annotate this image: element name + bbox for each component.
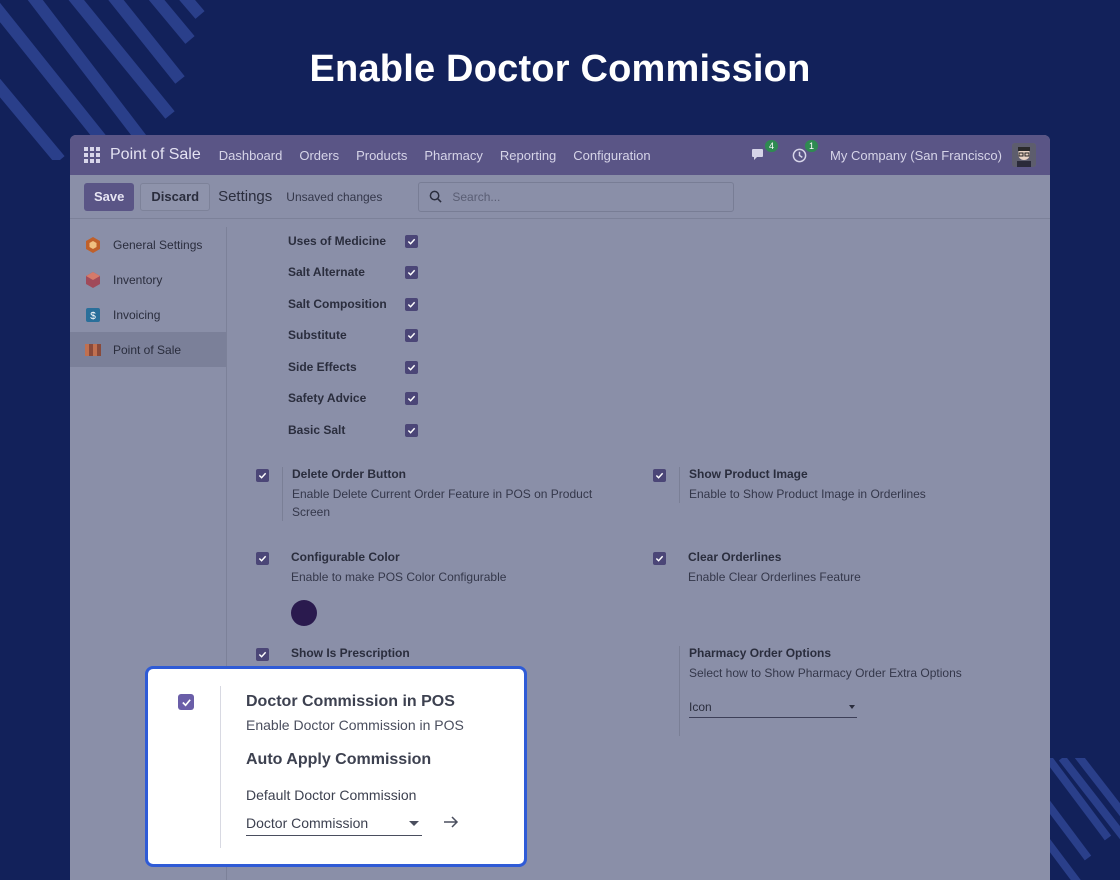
select-value: Icon (689, 700, 712, 714)
show-is-prescription-checkbox[interactable] (256, 648, 269, 661)
feature-checkbox[interactable] (405, 297, 418, 311)
feature-row: Side Effects (288, 357, 418, 377)
general-settings-icon (86, 236, 100, 253)
setting-description: Enable to make POS Color Configurable (291, 570, 507, 584)
nav-dashboard[interactable]: Dashboard (219, 148, 283, 163)
feature-row: Uses of Medicine (288, 231, 418, 251)
setting-description: Enable Clear Orderlines Feature (688, 570, 861, 584)
default-commission-label: Default Doctor Commission (246, 787, 417, 803)
feature-checkbox[interactable] (405, 328, 418, 342)
sidebar-item-point-of-sale[interactable]: Point of Sale (70, 332, 226, 367)
user-avatar[interactable] (1012, 143, 1036, 167)
feature-label: Safety Advice (288, 391, 367, 405)
setting-description: Enable Delete Current Order Feature in P… (292, 487, 593, 519)
decorative-stripes-bottom-right (1048, 758, 1120, 880)
activity-clock-icon[interactable]: 1 (790, 140, 819, 164)
feature-label: Substitute (288, 328, 347, 342)
sidebar-item-general-settings[interactable]: General Settings (70, 227, 226, 262)
nav-configuration[interactable]: Configuration (573, 148, 650, 163)
caret-down-icon (849, 705, 855, 709)
callout-description: Enable Doctor Commission in POS (246, 717, 464, 733)
configurable-color-checkbox[interactable] (256, 552, 269, 565)
search-icon (430, 190, 442, 203)
feature-checkbox[interactable] (405, 423, 418, 437)
setting-title: Pharmacy Order Options (689, 646, 832, 660)
nav-reporting[interactable]: Reporting (500, 148, 556, 163)
invoicing-icon: $ (86, 307, 100, 322)
hero-title: Enable Doctor Commission (309, 48, 811, 90)
search-box[interactable] (418, 181, 735, 212)
caret-down-icon (409, 820, 419, 826)
setting-title: Show Product Image (689, 467, 808, 481)
nav-pharmacy[interactable]: Pharmacy (424, 148, 483, 163)
show-product-image-checkbox[interactable] (653, 469, 666, 482)
sidebar-item-label: Inventory (113, 272, 163, 287)
feature-checkbox[interactable] (405, 234, 418, 248)
feature-label: Salt Alternate (288, 265, 365, 279)
company-switcher[interactable]: My Company (San Francisco) (830, 148, 1002, 163)
default-commission-select[interactable]: Doctor Commission (246, 815, 422, 836)
inventory-icon (86, 271, 100, 288)
doctor-commission-callout: Doctor Commission in POS Enable Doctor C… (145, 666, 527, 867)
feature-label: Uses of Medicine (288, 234, 387, 248)
feature-row: Substitute (288, 325, 418, 345)
feature-row: Safety Advice (288, 388, 418, 408)
unsaved-status: Unsaved changes (286, 189, 383, 204)
activity-badge: 1 (805, 140, 819, 152)
setting-title: Delete Order Button (292, 467, 407, 481)
delete-order-checkbox[interactable] (256, 469, 269, 482)
setting-description: Select how to Show Pharmacy Order Extra … (689, 666, 962, 680)
discard-button[interactable]: Discard (140, 182, 211, 211)
feature-label: Side Effects (288, 360, 357, 374)
select-value: Doctor Commission (246, 815, 369, 831)
search-input[interactable] (452, 189, 713, 204)
sidebar-item-label: Invoicing (113, 307, 161, 322)
clear-orderlines-checkbox[interactable] (653, 552, 666, 565)
apps-grid-icon[interactable] (84, 147, 100, 163)
feature-row: Salt Composition (288, 294, 418, 314)
nav-products[interactable]: Products (356, 148, 407, 163)
sidebar-item-label: Point of Sale (113, 342, 182, 357)
feature-label: Salt Composition (288, 297, 387, 311)
feature-checkbox[interactable] (405, 360, 418, 374)
app-brand[interactable]: Point of Sale (110, 146, 201, 164)
feature-label: Basic Salt (288, 423, 346, 437)
setting-description: Enable to Show Product Image in Orderlin… (689, 487, 926, 501)
callout-title: Doctor Commission in POS (246, 693, 455, 710)
doctor-commission-checkbox[interactable] (178, 694, 194, 710)
setting-title: Clear Orderlines (688, 550, 782, 564)
color-picker-swatch[interactable] (291, 600, 317, 626)
feature-row: Basic Salt (288, 420, 418, 440)
breadcrumb-settings: Settings (218, 188, 273, 205)
save-button[interactable]: Save (84, 182, 135, 211)
arrow-right-icon[interactable] (443, 815, 459, 834)
auto-apply-commission-label[interactable]: Auto Apply Commission (246, 751, 431, 769)
chat-badge: 4 (765, 140, 779, 152)
control-panel: Save Discard Settings Unsaved changes (70, 175, 1050, 219)
feature-checkbox[interactable] (405, 265, 418, 279)
point-of-sale-icon (85, 343, 101, 356)
chat-icon[interactable]: 4 (750, 140, 779, 164)
nav-orders[interactable]: Orders (299, 148, 339, 163)
sidebar-item-invoicing[interactable]: $ Invoicing (70, 297, 226, 332)
setting-title: Configurable Color (291, 550, 400, 564)
setting-title: Show Is Prescription (291, 646, 410, 660)
sidebar-item-inventory[interactable]: Inventory (70, 262, 226, 297)
feature-checkbox[interactable] (405, 391, 418, 405)
top-navbar: Point of Sale Dashboard Orders Products … (70, 135, 1050, 175)
feature-row: Salt Alternate (288, 262, 418, 282)
svg-text:$: $ (90, 311, 96, 322)
pharmacy-options-select[interactable]: Icon (689, 700, 857, 718)
sidebar-item-label: General Settings (113, 237, 203, 252)
divider (220, 686, 221, 848)
